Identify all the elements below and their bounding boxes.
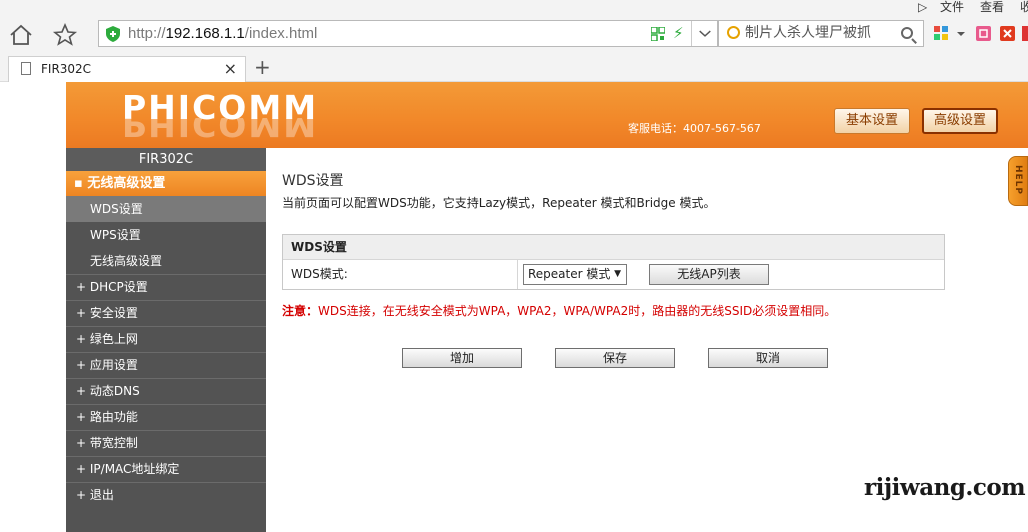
router-header: PHICOMM PHICOMM 客服电话：4007-567-567 基本设置 高… — [66, 82, 1028, 148]
browser-menubar: ▷ 文件 查看 收 — [0, 0, 1028, 14]
cell-divider — [517, 260, 518, 289]
close-icon[interactable]: × — [224, 57, 237, 81]
wds-settings-table: WDS设置 WDS模式: Repeater 模式 ▼ 无线AP列表 — [282, 234, 945, 290]
search-input[interactable]: 制片人杀人埋尸被抓 — [718, 20, 924, 47]
save-button[interactable]: 保存 — [555, 348, 675, 368]
sidebar-item-routing[interactable]: + 路由功能 — [66, 404, 266, 430]
sidebar-item-logout[interactable]: + 退出 — [66, 482, 266, 508]
sidebar-item-wps[interactable]: WPS设置 — [66, 222, 266, 248]
table-header: WDS设置 — [283, 235, 944, 260]
address-bar[interactable]: http://192.168.1.1/index.html ⚡ — [98, 20, 718, 47]
cancel-button[interactable]: 取消 — [708, 348, 828, 368]
tab-title: FIR302C — [41, 62, 92, 76]
tab-fir302c[interactable]: FIR302C × — [8, 56, 246, 82]
extension-red-icon[interactable] — [1000, 26, 1015, 41]
menu-view[interactable]: 查看 — [980, 0, 1004, 14]
help-tab[interactable]: HELP — [1008, 156, 1028, 206]
logo-reflection: PHICOMM — [122, 118, 319, 144]
sidebar-item-green-internet[interactable]: + 绿色上网 — [66, 326, 266, 352]
sidebar: FIR302C ▪ 无线高级设置 WDS设置 WPS设置 无线高级设置 + DH… — [66, 148, 266, 532]
sidebar-item-wds[interactable]: WDS设置 — [66, 196, 266, 222]
wds-mode-select[interactable]: Repeater 模式 ▼ — [523, 264, 627, 285]
chevron-down-icon[interactable] — [691, 21, 718, 46]
support-phone: 客服电话：4007-567-567 — [628, 122, 761, 135]
watermark: rijiwang.com — [856, 448, 1028, 532]
sidebar-item-security[interactable]: + 安全设置 — [66, 300, 266, 326]
table-row: WDS模式: Repeater 模式 ▼ 无线AP列表 — [283, 260, 944, 289]
lightning-icon[interactable]: ⚡ — [673, 24, 684, 42]
sidebar-item-bandwidth[interactable]: + 带宽控制 — [66, 430, 266, 456]
wireless-ap-list-button[interactable]: 无线AP列表 — [649, 264, 769, 285]
basic-settings-button[interactable]: 基本设置 — [834, 108, 910, 134]
sidebar-item-wireless-advanced[interactable]: 无线高级设置 — [66, 248, 266, 274]
qrcode-icon[interactable] — [651, 27, 665, 41]
apps-dropdown-icon[interactable] — [956, 26, 966, 41]
sidebar-group-wireless-advanced[interactable]: ▪ 无线高级设置 — [66, 171, 266, 196]
browser-tabbar: FIR302C × + — [0, 54, 1028, 82]
advanced-settings-button[interactable]: 高级设置 — [922, 108, 998, 134]
page-title: WDS设置 — [282, 173, 344, 189]
search-engine-icon[interactable] — [727, 26, 740, 39]
menu-file[interactable]: 文件 — [940, 0, 964, 14]
search-text: 制片人杀人埋尸被抓 — [745, 25, 871, 41]
search-icon[interactable] — [901, 27, 913, 39]
extension-pink-icon[interactable] — [976, 26, 991, 41]
main-content: WDS设置 当前页面可以配置WDS功能，它支持Lazy模式，Repeater 模… — [282, 170, 1002, 368]
url-text[interactable]: http://192.168.1.1/index.html — [128, 21, 317, 46]
dropdown-arrow-icon: ▼ — [614, 269, 621, 279]
home-icon[interactable] — [8, 22, 34, 48]
page-icon — [21, 62, 31, 75]
sidebar-item-ipmac-binding[interactable]: + IP/MAC地址绑定 — [66, 456, 266, 482]
sidebar-item-ddns[interactable]: + 动态DNS — [66, 378, 266, 404]
sidebar-item-applications[interactable]: + 应用设置 — [66, 352, 266, 378]
add-button[interactable]: 增加 — [402, 348, 522, 368]
menu-panel-icon[interactable]: ▷ — [918, 0, 927, 14]
browser-toolbar: http://192.168.1.1/index.html ⚡ 制片人杀人埋尸被… — [0, 14, 1028, 54]
extension-partial-icon[interactable] — [1022, 26, 1028, 41]
page-description: 当前页面可以配置WDS功能，它支持Lazy模式，Repeater 模式和Brid… — [282, 196, 716, 210]
star-icon[interactable] — [52, 22, 78, 48]
new-tab-button[interactable]: + — [254, 55, 271, 79]
apps-grid-icon[interactable] — [934, 26, 949, 41]
warning-note: 注意：WDS连接，在无线安全模式为WPA，WPA2，WPA/WPA2时，路由器的… — [282, 304, 837, 318]
wds-mode-label: WDS模式: — [291, 267, 348, 281]
shield-icon — [106, 26, 120, 42]
sidebar-title: FIR302C — [66, 148, 266, 171]
menu-collect[interactable]: 收 — [1020, 0, 1028, 14]
sidebar-item-dhcp[interactable]: + DHCP设置 — [66, 274, 266, 300]
